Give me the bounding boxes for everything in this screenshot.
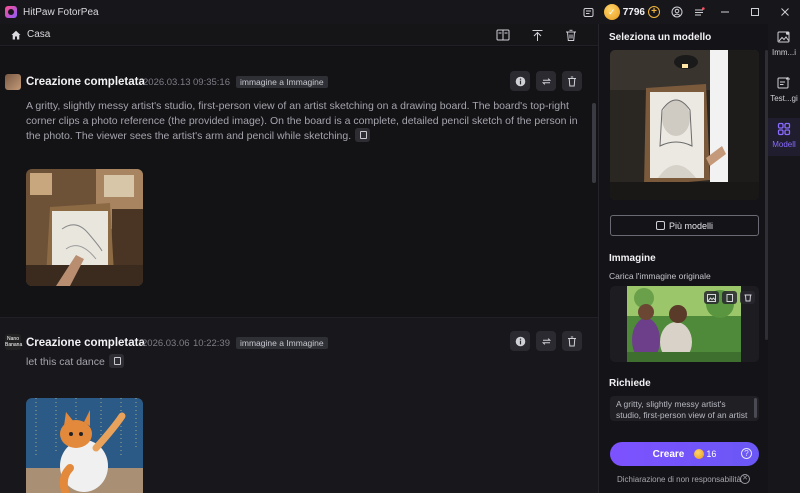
more-models-button[interactable]: Più modelli xyxy=(610,215,759,236)
app-logo xyxy=(5,6,17,18)
feed-scrollbar[interactable] xyxy=(592,103,596,183)
credits-badge[interactable]: ✓ 7796 + xyxy=(603,3,660,21)
coin-icon: ✓ xyxy=(603,4,620,20)
delete-all-icon[interactable] xyxy=(560,26,582,44)
regenerate-button[interactable] xyxy=(536,71,556,91)
model-panel: Seleziona un modello Più modelli Immagin… xyxy=(598,24,768,493)
main-toolbar: Casa xyxy=(0,24,598,46)
model-section-title: Seleziona un modello xyxy=(609,32,712,43)
copy-prompt-icon[interactable] xyxy=(355,128,371,143)
card-time: 09:35:16 xyxy=(193,77,230,88)
image-icon xyxy=(777,31,790,43)
credits-count: 7796 xyxy=(622,6,645,18)
generation-feed: Creazione completata 2026.03.13 09:35:16… xyxy=(0,47,598,493)
info-button[interactable] xyxy=(510,71,530,91)
upload-label: Carica l'immagine originale xyxy=(609,271,711,281)
create-button[interactable]: Creare 16 ? xyxy=(610,442,759,466)
compare-icon[interactable] xyxy=(492,26,514,44)
prompt-section-title: Richiede xyxy=(609,378,651,389)
create-cost: 16 xyxy=(706,449,717,459)
maximize-button[interactable] xyxy=(740,0,770,24)
remove-image-icon[interactable] xyxy=(740,291,755,304)
mode-tag: immagine a Immagine xyxy=(236,76,328,88)
image-section-title: Immagine xyxy=(609,253,656,264)
models-icon xyxy=(655,221,665,230)
export-icon[interactable] xyxy=(526,26,548,44)
rail-item-models[interactable]: Modell xyxy=(768,118,800,156)
rail-item-text[interactable]: Test...gi xyxy=(768,72,800,110)
info-button[interactable] xyxy=(510,331,530,351)
edit-icon xyxy=(777,77,790,89)
minimize-button[interactable] xyxy=(710,0,740,24)
rail-label: Imm...i xyxy=(772,48,796,57)
card-title: Creazione completata xyxy=(26,76,145,88)
card-time: 10:22:39 xyxy=(193,338,230,349)
regenerate-button[interactable] xyxy=(536,331,556,351)
disclaimer-link[interactable]: Dichiarazione di non responsabilità xyxy=(617,475,741,484)
delete-button[interactable] xyxy=(562,71,582,91)
history-icon[interactable] xyxy=(578,0,600,24)
result-image[interactable] xyxy=(26,398,143,493)
prompt-text: let this cat dance xyxy=(26,354,586,370)
close-disclaimer-icon[interactable]: ✕ xyxy=(740,474,750,484)
rail-item-image[interactable]: Imm...i xyxy=(768,26,800,64)
app-title: HitPaw FotorPea xyxy=(23,6,99,18)
generation-card: Nano Banana Creazione completata 2026.03… xyxy=(0,317,598,493)
card-date: 2026.03.13 xyxy=(143,77,191,88)
side-rail: Imm...i Test...gi Modell xyxy=(768,24,800,493)
prompt-text: A gritty, slightly messy artist's studio… xyxy=(26,100,578,143)
prompt-scrollbar[interactable] xyxy=(754,398,757,418)
card-date: 2026.03.06 xyxy=(142,338,190,349)
card-title: Creazione completata xyxy=(26,337,145,349)
replace-image-icon[interactable] xyxy=(704,291,719,304)
model-preview-image[interactable] xyxy=(610,50,759,200)
coin-icon xyxy=(694,449,705,459)
breadcrumb[interactable]: Casa xyxy=(27,29,50,40)
result-image[interactable] xyxy=(26,169,143,286)
rail-label: Modell xyxy=(772,140,796,149)
close-button[interactable] xyxy=(770,0,800,24)
rail-label: Test...gi xyxy=(770,94,798,103)
avatar: Nano Banana xyxy=(5,334,23,350)
account-icon[interactable] xyxy=(666,0,688,24)
generation-card: Creazione completata 2026.03.13 09:35:16… xyxy=(0,47,598,317)
prompt-input[interactable]: A gritty, slightly messy artist's studio… xyxy=(610,396,759,421)
crop-icon[interactable] xyxy=(722,291,737,304)
add-credits-icon[interactable]: + xyxy=(648,6,660,18)
avatar xyxy=(5,74,21,90)
menu-icon[interactable] xyxy=(688,0,710,24)
uploaded-image[interactable] xyxy=(610,286,759,362)
mode-tag: immagine a Immagine xyxy=(236,337,328,349)
help-icon[interactable]: ? xyxy=(741,448,752,459)
copy-prompt-icon[interactable] xyxy=(108,354,124,369)
home-icon[interactable] xyxy=(10,29,22,41)
title-bar: HitPaw FotorPea ✓ 7796 + xyxy=(0,0,800,24)
models-grid-icon xyxy=(777,122,791,136)
delete-button[interactable] xyxy=(562,331,582,351)
